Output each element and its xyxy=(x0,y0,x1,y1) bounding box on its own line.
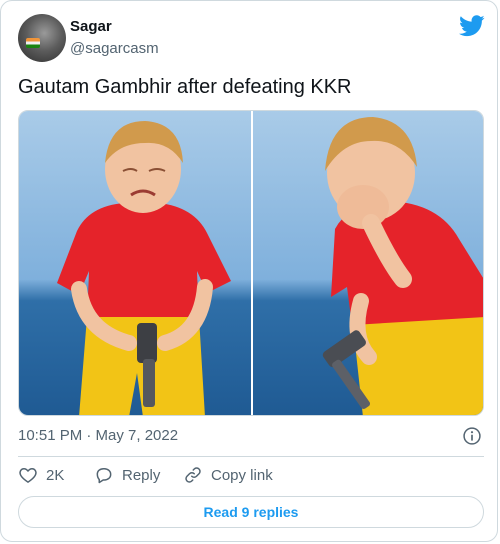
photo-crying-boy-left xyxy=(19,111,251,415)
tweet-timestamp[interactable]: 10:51 PM · May 7, 2022 xyxy=(18,427,178,444)
read-replies-button[interactable]: Read 9 replies xyxy=(18,496,484,528)
flag-badge xyxy=(26,38,40,48)
tweet-media[interactable] xyxy=(18,110,484,416)
media-divider xyxy=(251,111,253,415)
twitter-bird-icon[interactable] xyxy=(459,15,485,37)
photo-crying-boy-right xyxy=(253,111,483,415)
heart-icon xyxy=(19,468,37,483)
like-count: 2K xyxy=(46,466,65,484)
author-handle[interactable]: @sagarcasm xyxy=(70,40,159,57)
info-icon[interactable] xyxy=(462,426,482,446)
copy-link-button[interactable]: Copy link xyxy=(183,465,273,485)
like-button[interactable]: 2K xyxy=(18,465,64,485)
tweet-text: Gautam Gambhir after defeating KKR xyxy=(18,76,352,98)
author-name[interactable]: Sagar xyxy=(70,18,112,35)
media-panel-right xyxy=(253,111,483,415)
tweet-card: Sagar @sagarcasm Gautam Gambhir after de… xyxy=(0,0,498,542)
speech-bubble-icon xyxy=(96,468,112,484)
reply-button[interactable]: Reply xyxy=(94,465,160,485)
media-panel-left xyxy=(19,111,251,415)
divider xyxy=(18,456,484,457)
copy-link-label: Copy link xyxy=(211,466,273,484)
reply-label: Reply xyxy=(122,466,161,484)
link-icon xyxy=(185,467,201,483)
avatar[interactable] xyxy=(18,14,66,62)
